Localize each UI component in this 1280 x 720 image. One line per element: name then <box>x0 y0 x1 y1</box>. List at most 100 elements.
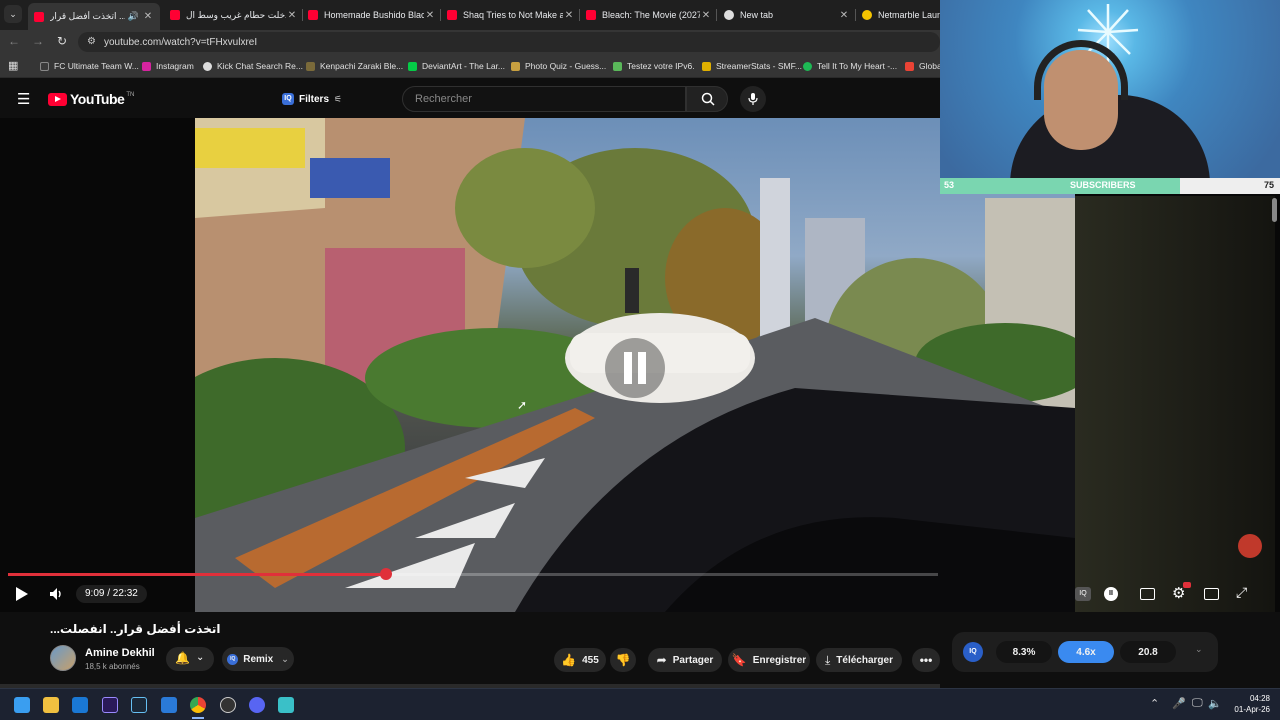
tab-title: Shaq Tries to Not Make a <box>463 10 563 20</box>
close-tab-icon[interactable]: ✕ <box>838 10 850 21</box>
stat-multiplier[interactable]: 4.6x <box>1058 641 1114 663</box>
tab-separator <box>855 9 856 21</box>
bookmark-item[interactable]: Photo Quiz - Guess... <box>511 59 606 73</box>
close-tab-icon[interactable]: ✕ <box>142 11 154 22</box>
youtube-favicon-icon <box>170 10 180 20</box>
stat-score[interactable]: 20.8 <box>1120 641 1176 663</box>
microphone-icon[interactable]: 🎤 <box>1172 697 1186 710</box>
clock[interactable]: 04:28 01-Apr-26 <box>1226 693 1270 715</box>
avatar[interactable] <box>50 645 76 671</box>
steam-icon[interactable] <box>131 697 147 713</box>
windows-start-icon[interactable] <box>14 697 30 713</box>
fullscreen-icon[interactable]: ⤢ <box>1236 584 1247 601</box>
close-tab-icon[interactable]: ✕ <box>563 10 575 21</box>
file-explorer-icon[interactable] <box>43 697 59 713</box>
tab-title: New tab <box>740 10 774 20</box>
notification-bell-button[interactable]: 🔔 ⌄ <box>166 647 214 671</box>
iq-extension-icon[interactable]: IQ <box>963 642 983 662</box>
autoplay-toggle-icon[interactable]: II <box>1104 587 1118 601</box>
discord-icon[interactable] <box>249 697 265 713</box>
dislike-button[interactable]: 👎 <box>610 648 636 672</box>
bookmark-item[interactable]: Testez votre IPv6. <box>613 59 695 73</box>
tab-separator <box>579 9 580 21</box>
search-icon <box>701 92 715 106</box>
microphone-icon <box>748 93 758 105</box>
search-button[interactable] <box>686 86 728 112</box>
chrome-favicon-icon <box>724 10 734 20</box>
mouse-cursor-icon: ➚ <box>517 398 528 412</box>
bookmark-item[interactable]: Globa <box>905 59 942 73</box>
iq-extension-icon[interactable]: IQ <box>1075 587 1091 601</box>
search-input[interactable]: Rechercher <box>402 86 686 112</box>
chevron-down-icon: ⌄ <box>196 652 205 663</box>
reload-icon[interactable]: ↻ <box>57 34 67 48</box>
chrome-icon[interactable] <box>190 697 206 713</box>
bookmark-item[interactable]: Tell It To My Heart -... <box>803 59 897 73</box>
bookmark-item[interactable]: Kick Chat Search Re... <box>203 59 303 73</box>
apps-grid-icon[interactable]: ▦ <box>8 59 18 72</box>
bar-chart-icon <box>702 61 711 71</box>
browser-tab[interactable]: Bleach: The Movie (2027) ✕ <box>586 4 712 26</box>
browser-tab[interactable]: Homemade Bushido Blac ✕ <box>308 4 436 26</box>
outlook-icon[interactable] <box>72 697 88 713</box>
country-code: TN <box>126 92 135 98</box>
volume-button[interactable] <box>46 584 66 604</box>
tab-separator <box>302 9 303 21</box>
browser-tab[interactable]: Netmarble Launc <box>862 4 940 26</box>
premiere-icon[interactable] <box>102 697 118 713</box>
download-icon: ⤓ <box>824 652 831 667</box>
close-tab-icon[interactable]: ✕ <box>424 10 436 21</box>
obs-icon[interactable] <box>220 697 236 713</box>
tab-title: دخلت حطام غريب وسط ال <box>186 9 286 20</box>
play-icon <box>16 587 28 601</box>
browser-tab[interactable]: New tab ✕ <box>724 4 850 26</box>
back-icon[interactable]: ← <box>8 34 20 48</box>
bookmark-item[interactable]: Kenpachi Zaraki Ble... <box>306 59 403 73</box>
browser-tab-active[interactable]: انقد.. اتخذت أفضل قرار 🔊 ✕ <box>28 3 160 30</box>
channel-name[interactable]: Amine Dekhil <box>85 647 155 659</box>
app-icon[interactable] <box>161 697 177 713</box>
hamburger-menu-icon[interactable]: ☰ <box>17 90 30 108</box>
network-icon[interactable]: 🖵 <box>1192 697 1203 710</box>
bookmark-icon <box>40 61 49 71</box>
close-tab-icon[interactable]: ✕ <box>286 10 298 21</box>
bookmark-item[interactable]: StreamerStats - SMF... <box>702 59 802 73</box>
remix-button[interactable]: IQ Remix ⌄ <box>222 647 294 671</box>
forward-icon[interactable]: → <box>32 34 44 48</box>
browser-tab[interactable]: Shaq Tries to Not Make a ✕ <box>447 4 575 26</box>
address-bar[interactable]: ⚙ youtube.com/watch?v=tFHxvulxreI <box>78 32 940 52</box>
pause-overlay[interactable] <box>605 338 665 398</box>
channel-watermark-icon[interactable] <box>1238 534 1262 558</box>
bookmark-item[interactable]: DeviantArt - The Lar... <box>408 59 505 73</box>
share-button[interactable]: ➦ Partager <box>648 648 722 672</box>
bookmark-item[interactable]: Instagram <box>142 59 194 73</box>
youtube-favicon-icon <box>586 10 596 20</box>
youtube-logo[interactable]: YouTube TN <box>48 91 134 107</box>
like-button[interactable]: 👍 455 <box>554 648 606 672</box>
miniplayer-icon[interactable] <box>1204 588 1219 600</box>
chevron-up-icon[interactable]: ⌃ <box>1150 697 1159 710</box>
scrollbar[interactable] <box>1272 198 1277 222</box>
tab-search-button[interactable]: ⌄ <box>4 5 22 23</box>
subscriber-goal-fill <box>940 178 1181 194</box>
browser-tab[interactable]: دخلت حطام غريب وسط ال ✕ <box>170 4 298 26</box>
progress-bar[interactable] <box>8 568 938 580</box>
notepad-icon[interactable] <box>278 697 294 713</box>
filters-button[interactable]: IQ Filters ⚟ <box>282 89 342 109</box>
bell-icon: 🔔 <box>175 651 190 665</box>
voice-search-button[interactable] <box>740 86 766 112</box>
more-actions-button[interactable]: ••• <box>912 648 940 672</box>
play-button[interactable] <box>14 586 30 602</box>
bookmark-item[interactable]: FC Ultimate Team W... <box>40 59 139 73</box>
speaker-icon[interactable]: 🔈 <box>1208 697 1222 710</box>
close-tab-icon[interactable]: ✕ <box>700 10 712 21</box>
chevron-down-icon[interactable]: ⌄ <box>1195 644 1203 655</box>
subtitles-icon[interactable] <box>1140 588 1155 600</box>
stat-percent[interactable]: 8.3% <box>996 641 1052 663</box>
netmarble-favicon-icon <box>862 10 872 20</box>
bookmark-icon: 🔖 <box>731 653 747 667</box>
site-info-icon[interactable]: ⚙ <box>87 36 96 47</box>
download-button[interactable]: ⤓ Télécharger <box>816 648 902 672</box>
progress-scrubber[interactable] <box>379 568 392 580</box>
save-button[interactable]: 🔖 Enregistrer <box>728 648 810 672</box>
